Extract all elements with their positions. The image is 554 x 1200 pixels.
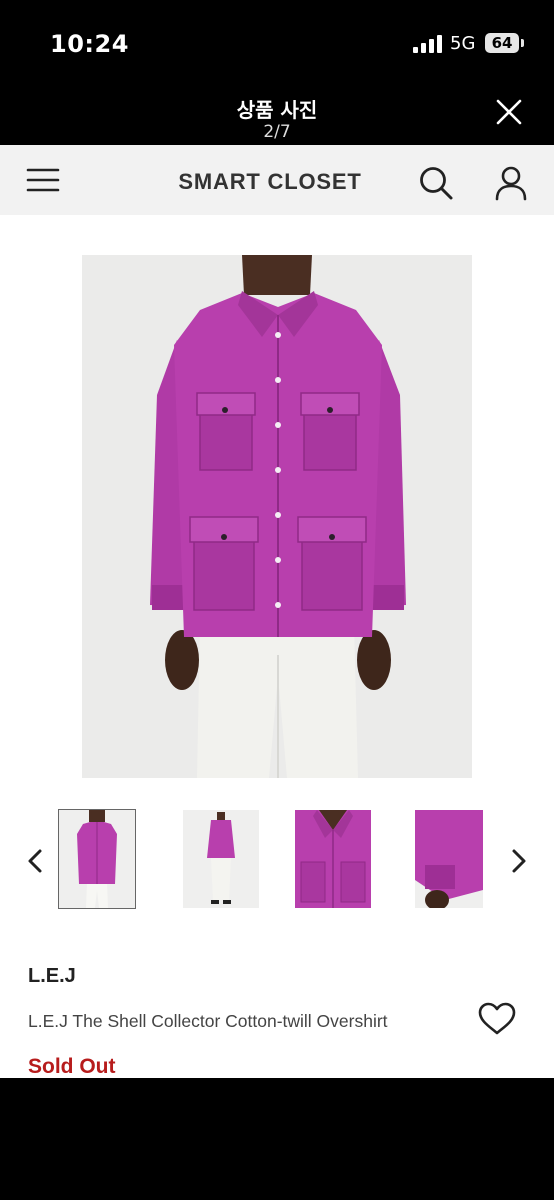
- photo-counter: 2/7: [263, 122, 291, 142]
- search-icon[interactable]: [418, 165, 454, 201]
- thumbnail-image: [183, 810, 259, 908]
- status-bar: 10:24 5G 64: [0, 0, 554, 90]
- photo-viewer-header: 상품 사진 2/7: [0, 90, 554, 145]
- chevron-right-icon[interactable]: [510, 848, 528, 874]
- signal-icon: [413, 35, 442, 53]
- chevron-left-icon[interactable]: [26, 848, 44, 874]
- battery-tip: [521, 39, 524, 47]
- store-brand[interactable]: SMART CLOSET: [0, 169, 540, 195]
- stock-status: Sold Out: [28, 1055, 116, 1078]
- product-page: SMART CLOSET L.E.J L.E.J The Shell Colle…: [0, 145, 554, 1078]
- thumbnail-4[interactable]: [415, 810, 483, 908]
- thumbnail-strip: [0, 807, 554, 911]
- thumbnail-image: [415, 810, 483, 908]
- heart-icon[interactable]: [478, 1002, 516, 1036]
- battery-indicator: 64: [485, 33, 519, 53]
- thumbnail-3[interactable]: [295, 810, 371, 908]
- bottom-bar: [0, 1078, 554, 1200]
- photo-viewer-title: 상품 사진: [236, 98, 318, 122]
- thumbnail-1[interactable]: [58, 809, 136, 909]
- thumbnail-image: [59, 810, 135, 908]
- close-icon[interactable]: [495, 98, 523, 126]
- product-title: L.E.J The Shell Collector Cotton-twill O…: [28, 1011, 388, 1031]
- network-type: 5G: [450, 33, 476, 54]
- account-icon[interactable]: [494, 165, 528, 201]
- shirt-illustration: [82, 255, 472, 778]
- thumbnail-2[interactable]: [183, 810, 259, 908]
- store-navbar: SMART CLOSET: [0, 145, 554, 215]
- thumbnail-image: [295, 810, 371, 908]
- status-time: 10:24: [50, 30, 129, 58]
- product-brand[interactable]: L.E.J: [28, 965, 76, 988]
- main-product-image[interactable]: [82, 255, 472, 778]
